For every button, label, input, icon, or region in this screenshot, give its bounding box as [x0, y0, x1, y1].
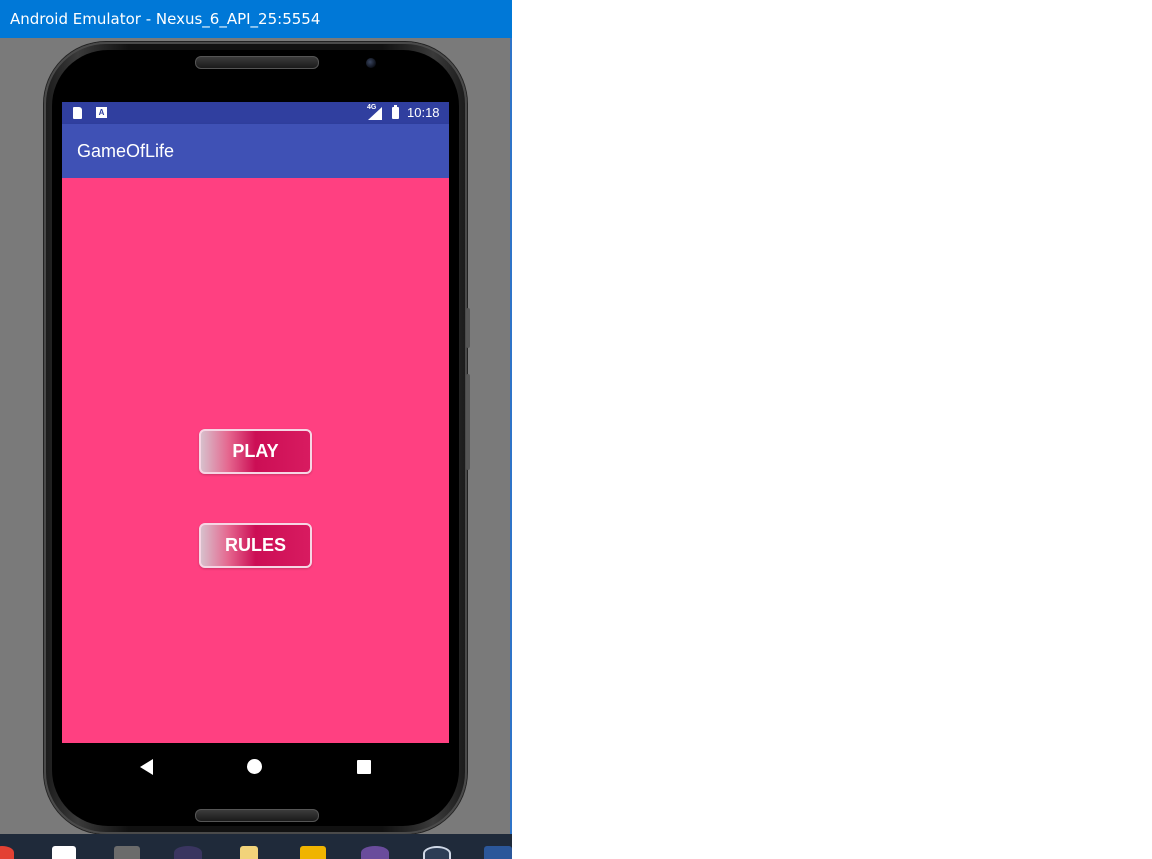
- power-button[interactable]: [466, 308, 470, 348]
- app-bar: GameOfLife: [62, 124, 449, 178]
- chrome-icon[interactable]: [0, 846, 14, 859]
- search-app-icon[interactable]: [300, 846, 326, 859]
- word-icon[interactable]: [484, 846, 512, 859]
- app-icon[interactable]: [423, 846, 451, 859]
- windows-taskbar: [0, 834, 512, 859]
- back-icon[interactable]: [140, 759, 153, 775]
- recents-icon[interactable]: [357, 760, 371, 774]
- sublime-icon[interactable]: [114, 846, 140, 859]
- volume-button[interactable]: [466, 374, 470, 470]
- top-speaker: [195, 56, 319, 69]
- device-screen[interactable]: A 4G 10:18 GameOfLife PLAY RULES: [62, 102, 449, 790]
- status-bar: A 4G 10:18: [62, 102, 449, 124]
- signal-icon: [368, 107, 382, 120]
- battery-icon: [392, 105, 399, 119]
- file-explorer-icon[interactable]: [240, 846, 258, 859]
- main-content: PLAY RULES: [62, 178, 449, 743]
- bottom-speaker: [195, 809, 319, 822]
- github-icon[interactable]: [361, 846, 389, 859]
- front-camera-icon: [366, 58, 376, 68]
- window-border: [510, 38, 512, 838]
- store-icon[interactable]: [52, 846, 76, 859]
- keyboard-a-icon: A: [96, 107, 107, 118]
- home-icon[interactable]: [247, 759, 262, 774]
- play-button[interactable]: PLAY: [199, 429, 312, 474]
- app-title: GameOfLife: [77, 141, 175, 161]
- emulator-window: Android Emulator - Nexus_6_API_25:5554 A…: [0, 0, 512, 859]
- eclipse-icon[interactable]: [174, 846, 202, 859]
- sd-card-icon: [73, 107, 82, 119]
- window-title: Android Emulator - Nexus_6_API_25:5554: [0, 0, 512, 38]
- rules-button[interactable]: RULES: [199, 523, 312, 568]
- status-time: 10:18: [407, 105, 440, 120]
- navigation-bar: [62, 743, 449, 790]
